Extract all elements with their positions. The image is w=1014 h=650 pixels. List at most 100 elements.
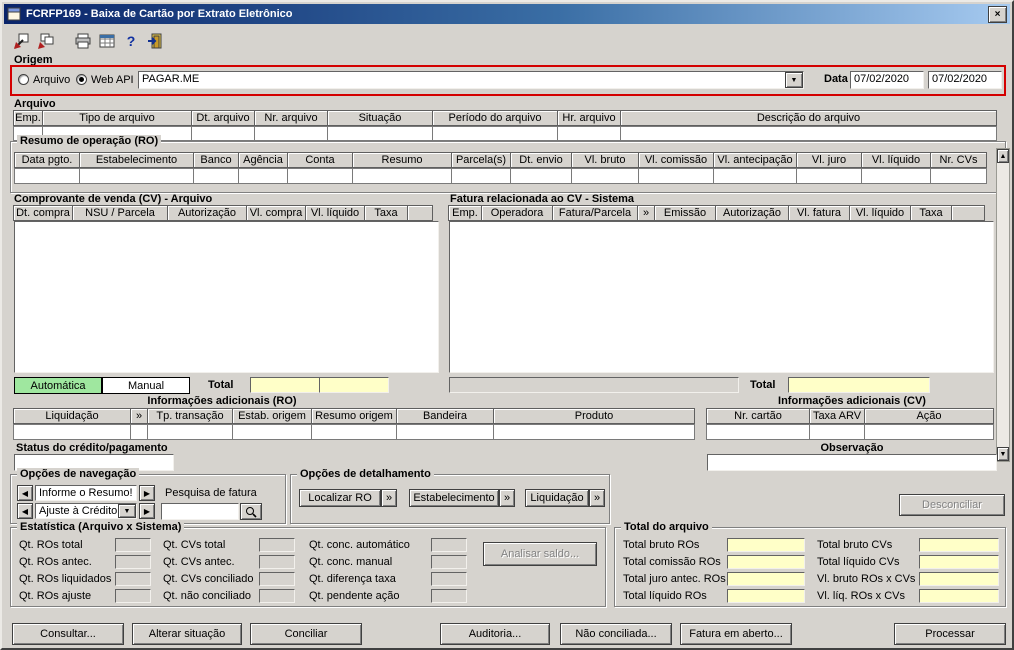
print-button[interactable] <box>72 30 94 52</box>
grid-cell[interactable] <box>147 424 233 440</box>
total-label: Total líquido ROs <box>623 590 707 602</box>
grid-cell[interactable] <box>861 168 931 184</box>
column-header: Operadora <box>481 205 553 221</box>
info-ro-value-row[interactable] <box>13 424 695 440</box>
grid-icon <box>99 34 115 48</box>
grid-cell[interactable] <box>571 168 639 184</box>
localizar-ro-more-button[interactable]: » <box>381 489 397 507</box>
radio-arquivo[interactable] <box>18 74 29 85</box>
close-button[interactable]: × <box>988 5 1007 23</box>
conciliar-button[interactable]: Conciliar <box>250 623 362 645</box>
column-header: Taxa <box>364 205 408 221</box>
grid-cell[interactable] <box>432 126 558 141</box>
grid-cell[interactable] <box>713 168 797 184</box>
alterar-situacao-button[interactable]: Alterar situação <box>132 623 242 645</box>
fatura-em-aberto-button[interactable]: Fatura em aberto... <box>680 623 792 645</box>
grid-cell[interactable] <box>311 424 397 440</box>
vertical-scrollbar[interactable]: ▲ ▼ <box>996 148 1010 462</box>
fatura-sistema-list[interactable] <box>449 221 994 373</box>
stat-field <box>115 572 151 586</box>
grid-cell[interactable] <box>864 424 994 440</box>
data-fim-field[interactable]: 07/02/2020 <box>928 71 1002 89</box>
pesquisa-fatura-input[interactable] <box>161 503 239 520</box>
localizar-ro-button[interactable]: Localizar RO <box>299 489 381 507</box>
arquivo-empty-row[interactable] <box>13 126 997 141</box>
info-cv-value-row[interactable] <box>706 424 994 440</box>
grid-cell[interactable] <box>232 424 312 440</box>
grid-cell[interactable] <box>352 168 452 184</box>
grid-cell[interactable] <box>620 126 997 141</box>
close-icon: × <box>994 8 1001 20</box>
automatica-button[interactable]: Automática <box>14 377 102 394</box>
informe-resumo-field[interactable]: Informe o Resumo! <box>35 485 137 501</box>
consultar-button[interactable]: Consultar... <box>12 623 124 645</box>
grid-cell[interactable] <box>796 168 862 184</box>
column-header: Dt. arquivo <box>191 110 255 126</box>
radio-web-api[interactable] <box>76 74 87 85</box>
stat-field <box>115 538 151 552</box>
grid-cell[interactable] <box>13 424 131 440</box>
grid-cell[interactable] <box>238 168 288 184</box>
grid-cell[interactable] <box>327 126 433 141</box>
nao-conciliada-button[interactable]: Não conciliada... <box>560 623 672 645</box>
stat-label: Qt. diferença taxa <box>309 573 396 585</box>
estabelecimento-more-button[interactable]: » <box>499 489 515 507</box>
goto-record-button[interactable] <box>10 30 32 52</box>
help-button[interactable]: ? <box>120 30 142 52</box>
grid-cell[interactable] <box>930 168 987 184</box>
grid-cell[interactable] <box>193 168 239 184</box>
resumo-prev-button[interactable]: ◀ <box>17 485 33 501</box>
goto-new-record-button[interactable] <box>34 30 56 52</box>
grid-cell[interactable] <box>191 126 255 141</box>
grid-cell[interactable] <box>809 424 865 440</box>
stat-label: Qt. ROs ajuste <box>19 590 92 602</box>
grid-cell[interactable] <box>287 168 353 184</box>
desconciliar-button[interactable]: Desconciliar <box>899 494 1005 516</box>
app-window: FCRFP169 - Baixa de Cartão por Extrato E… <box>0 0 1014 650</box>
ajuste-combobox[interactable]: Ajuste à Crédito ▼ <box>35 503 137 519</box>
grid-cell[interactable] <box>510 168 572 184</box>
grid-cell[interactable] <box>638 168 714 184</box>
pesquisa-fatura-button[interactable] <box>240 503 262 520</box>
operadora-dropdown-button[interactable]: ▼ <box>785 72 803 88</box>
grid-cell[interactable] <box>79 168 194 184</box>
grid-cell[interactable] <box>706 424 810 440</box>
grid-calculator-button[interactable] <box>96 30 118 52</box>
column-header: Hr. arquivo <box>557 110 621 126</box>
cv-arquivo-header-row: Dt. compra NSU / Parcela Autorização Vl.… <box>13 205 433 221</box>
processar-button[interactable]: Processar <box>894 623 1006 645</box>
ajuste-prev-button[interactable]: ◀ <box>17 503 33 519</box>
scroll-up-button[interactable]: ▲ <box>997 149 1009 163</box>
grid-cell[interactable] <box>130 424 148 440</box>
column-header: Banco <box>193 152 239 168</box>
grid-cell[interactable] <box>451 168 511 184</box>
auditoria-button[interactable]: Auditoria... <box>440 623 550 645</box>
exit-button[interactable] <box>144 30 166 52</box>
scroll-down-button[interactable]: ▼ <box>997 447 1009 461</box>
manual-button[interactable]: Manual <box>102 377 190 394</box>
liquidacao-more-button[interactable]: » <box>589 489 605 507</box>
resumo-ro-empty-row[interactable] <box>14 168 987 184</box>
grid-cell[interactable] <box>14 168 80 184</box>
fatura-header-row: Emp. Operadora Fatura/Parcela » Emissão … <box>448 205 985 221</box>
resumo-next-button[interactable]: ▶ <box>139 485 155 501</box>
grid-cell[interactable] <box>493 424 695 440</box>
grid-cell[interactable] <box>396 424 494 440</box>
total-cv-qty-field <box>250 377 320 393</box>
operadora-combobox[interactable]: PAGAR.ME ▼ <box>138 71 804 89</box>
liquidacao-button[interactable]: Liquidação <box>525 489 589 507</box>
column-header-more[interactable]: » <box>130 408 148 424</box>
grid-cell[interactable] <box>557 126 621 141</box>
grid-cell[interactable] <box>254 126 328 141</box>
column-header-more[interactable]: » <box>637 205 655 221</box>
estabelecimento-button[interactable]: Estabelecimento <box>409 489 499 507</box>
origem-label: Origem <box>14 54 53 66</box>
data-inicio-field[interactable]: 07/02/2020 <box>850 71 924 89</box>
ajuste-next-button[interactable]: ▶ <box>139 503 155 519</box>
ajuste-dropdown-button[interactable]: ▼ <box>118 504 136 518</box>
stat-field <box>259 589 295 603</box>
analisar-saldo-button[interactable]: Analisar saldo... <box>483 542 597 566</box>
navegacao-group: Opções de navegação ◀ Informe o Resumo! … <box>10 468 286 524</box>
cv-arquivo-list[interactable] <box>14 221 439 373</box>
stat-field <box>259 572 295 586</box>
